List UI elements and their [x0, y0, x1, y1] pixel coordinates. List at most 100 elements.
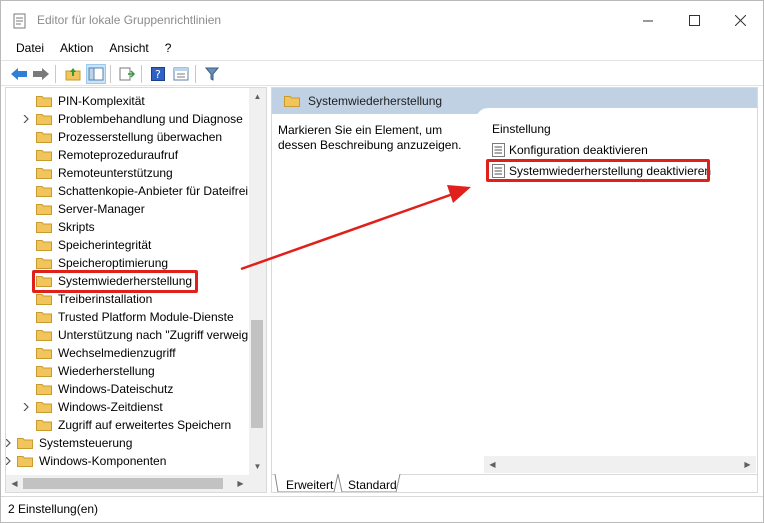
filter-button[interactable]	[202, 64, 222, 84]
tree-item[interactable]: Remoteunterstützung	[36, 164, 173, 182]
expand-chevron-icon[interactable]	[21, 114, 31, 124]
folder-icon	[36, 132, 52, 143]
settings-horizontal-scrollbar[interactable]: ◀ ▶	[484, 456, 756, 473]
folder-icon	[36, 150, 52, 161]
toolbar-separator	[55, 65, 56, 83]
tree-item[interactable]: Remoteprozeduraufruf	[36, 146, 178, 164]
tree-item[interactable]: Trusted Platform Module-Dienste	[36, 308, 234, 326]
setting-highlight	[486, 159, 710, 182]
tree-item[interactable]: Server-Manager	[36, 200, 145, 218]
scroll-thumb[interactable]	[23, 478, 223, 489]
close-button[interactable]	[717, 1, 763, 39]
menu-ansicht[interactable]: Ansicht	[101, 39, 156, 59]
details-pane: Systemwiederherstellung Markieren Sie ei…	[271, 87, 758, 493]
tree-vertical-scrollbar[interactable]: ▲ ▼	[249, 88, 266, 475]
tree-item[interactable]: Zugriff auf erweitertes Speichern	[36, 416, 231, 434]
tree-item[interactable]: Windows-Dateischutz	[36, 380, 173, 398]
tree-item[interactable]: Wiederherstellung	[36, 362, 155, 380]
tree-item-top-level[interactable]: Systemsteuerung	[17, 434, 132, 452]
tree-item[interactable]: PIN-Komplexität	[36, 92, 145, 110]
folder-icon	[36, 222, 52, 233]
menu-datei[interactable]: Datei	[8, 39, 52, 59]
title-bar[interactable]: Editor für lokale Gruppenrichtlinien	[1, 1, 763, 39]
export-list-icon	[119, 67, 135, 81]
forward-button[interactable]	[31, 64, 51, 84]
tree-item[interactable]: Problembehandlung und Diagnose	[36, 110, 243, 128]
extended-view-icon	[173, 67, 189, 81]
tree-selection-highlight	[32, 270, 198, 293]
scroll-right-arrow-icon[interactable]: ▶	[739, 456, 756, 473]
tree-item-label: Windows-Komponenten	[39, 454, 167, 468]
tree-item[interactable]: Speicherintegrität	[36, 236, 151, 254]
folder-icon	[36, 96, 52, 107]
show-hide-tree-button[interactable]	[86, 64, 106, 84]
toolbar-separator	[195, 65, 196, 83]
folder-icon	[36, 204, 52, 215]
folder-icon	[36, 312, 52, 323]
export-list-button[interactable]	[117, 64, 137, 84]
tree-horizontal-scrollbar[interactable]: ◀ ▶	[6, 475, 266, 492]
status-bar: 2 Einstellung(en)	[1, 496, 763, 522]
scroll-right-arrow-icon[interactable]: ▶	[232, 475, 249, 492]
scroll-thumb[interactable]	[251, 320, 263, 428]
tree-item-label: Problembehandlung und Diagnose	[58, 112, 243, 126]
toolbar: ?	[1, 60, 763, 86]
scroll-left-arrow-icon[interactable]: ◀	[6, 475, 23, 492]
tree-item[interactable]: Windows-Zeitdienst	[36, 398, 163, 416]
minimize-button[interactable]	[625, 1, 671, 39]
menu-help[interactable]: ?	[157, 39, 180, 59]
tree-item-label: Treiberinstallation	[58, 292, 153, 306]
description-text: Markieren Sie ein Element, um dessen Bes…	[278, 123, 462, 152]
tree-item[interactable]: Prozesserstellung überwachen	[36, 128, 222, 146]
expand-chevron-icon[interactable]	[6, 456, 13, 466]
policy-setting-icon	[492, 143, 505, 157]
tree-item-label: Unterstützung nach "Zugriff verweig	[58, 328, 249, 342]
menu-aktion[interactable]: Aktion	[52, 39, 101, 59]
setting-item[interactable]: Konfiguration deaktivieren	[492, 141, 648, 159]
folder-icon	[36, 240, 52, 251]
folder-icon	[36, 168, 52, 179]
folder-icon	[17, 438, 33, 449]
menu-bar: Datei Aktion Ansicht ?	[1, 39, 763, 59]
tree-item-label: Trusted Platform Module-Dienste	[58, 310, 234, 324]
tree-item-label: Server-Manager	[58, 202, 145, 216]
scroll-left-arrow-icon[interactable]: ◀	[484, 456, 501, 473]
extended-view-button[interactable]	[171, 64, 191, 84]
folder-icon	[36, 186, 52, 197]
tab-standard[interactable]: Standard	[340, 475, 405, 492]
tree-item-label: Speicherintegrität	[58, 238, 152, 252]
tab-erweitert[interactable]: Erweitert	[278, 475, 341, 492]
folder-icon	[36, 420, 52, 431]
tree-item-label: Windows-Dateischutz	[58, 382, 174, 396]
folder-icon	[36, 114, 52, 125]
back-button[interactable]	[9, 64, 29, 84]
help-button[interactable]: ?	[148, 64, 168, 84]
tree-item-label: Skripts	[58, 220, 95, 234]
tree-item-label: Windows-Zeitdienst	[58, 400, 163, 414]
scroll-up-arrow-icon[interactable]: ▲	[249, 88, 266, 105]
tree-item-label: Wechselmedienzugriff	[58, 346, 176, 360]
scroll-down-arrow-icon[interactable]: ▼	[249, 458, 266, 475]
tree-item-label: Remoteprozeduraufruf	[58, 148, 179, 162]
tree-pane[interactable]: PIN-Komplexität Problembehandlung und Dia…	[5, 87, 267, 493]
tree-item[interactable]: Wechselmedienzugriff	[36, 344, 176, 362]
folder-icon	[36, 294, 52, 305]
minimize-icon	[642, 20, 653, 21]
tree-item-top-level[interactable]: Windows-Komponenten	[17, 452, 166, 470]
folder-icon	[36, 348, 52, 359]
svg-text:?: ?	[155, 68, 161, 81]
gpedit-app-icon	[13, 13, 27, 29]
column-header-einstellung[interactable]: Einstellung	[492, 122, 551, 136]
folder-icon	[36, 258, 52, 269]
tree-item[interactable]: Unterstützung nach "Zugriff verweig	[36, 326, 248, 344]
up-folder-button[interactable]	[63, 64, 83, 84]
expand-chevron-icon[interactable]	[21, 402, 31, 412]
back-arrow-icon	[11, 68, 27, 80]
tree-item[interactable]: Schattenkopie-Anbieter für Dateifrei	[36, 182, 248, 200]
expand-chevron-icon[interactable]	[6, 438, 13, 448]
tree-item-label: Zugriff auf erweitertes Speichern	[58, 418, 232, 432]
folder-icon	[284, 96, 300, 107]
maximize-button[interactable]	[671, 1, 717, 39]
tree-item[interactable]: Skripts	[36, 218, 95, 236]
toolbar-separator	[141, 65, 142, 83]
